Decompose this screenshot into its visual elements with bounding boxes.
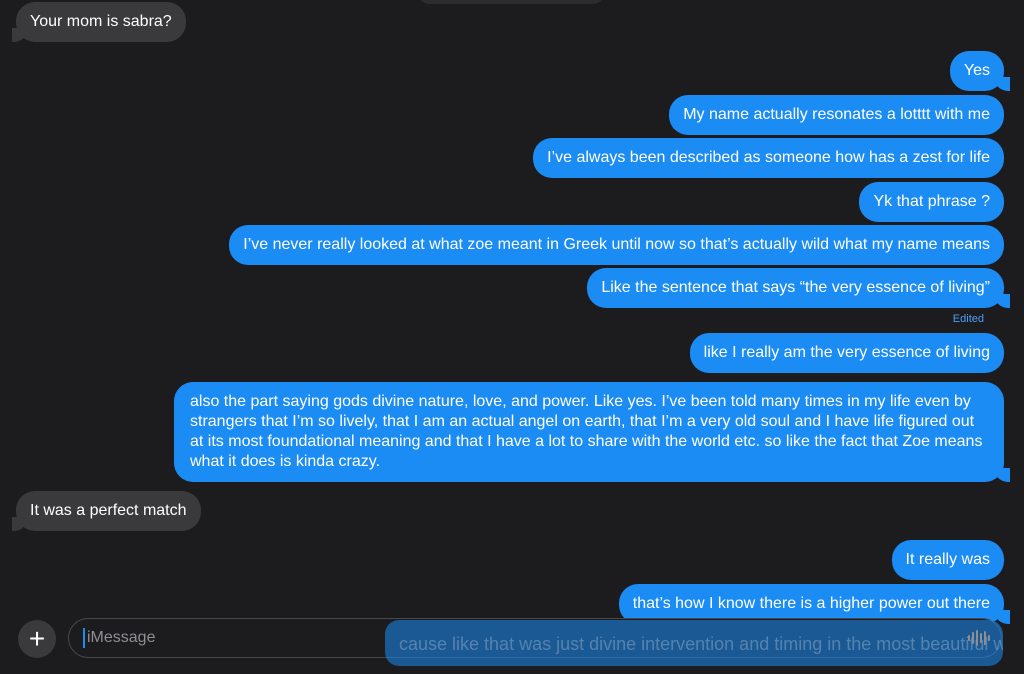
text-cursor: [83, 628, 85, 648]
message-text: like I really am the very essence of liv…: [703, 344, 990, 361]
message-bubble-outgoing[interactable]: Yk that phrase ?: [859, 182, 1004, 222]
message-bubble-outgoing[interactable]: I’ve always been described as someone ho…: [533, 138, 1004, 178]
message-text: I’ve never really looked at what zoe mea…: [243, 236, 990, 253]
sending-message-preview: cause like that was just divine interven…: [385, 620, 1003, 666]
message-text: It really was: [905, 551, 990, 568]
message-text: I’ve always been described as someone ho…: [547, 149, 990, 166]
compose-bar: + iMessage cause like that was just divi…: [0, 612, 1024, 674]
message-bubble-outgoing[interactable]: My name actually resonates a lotttt with…: [669, 95, 1004, 135]
message-placeholder: iMessage: [87, 629, 156, 646]
message-bubble-outgoing[interactable]: I’ve never really looked at what zoe mea…: [229, 225, 1004, 265]
message-bubble-outgoing[interactable]: Yes: [949, 51, 1011, 91]
message-text: also the part saying gods divine nature,…: [190, 393, 983, 470]
waveform-icon[interactable]: [968, 630, 992, 646]
top-bar-pill: [418, 0, 604, 4]
message-text: Like the sentence that says “the very es…: [601, 279, 990, 296]
message-text: Yes: [963, 62, 990, 79]
sending-message-text: cause like that was just divine interven…: [399, 634, 1003, 654]
message-bubble-incoming[interactable]: Your mom is sabra?: [12, 2, 186, 42]
plus-icon: +: [28, 623, 46, 654]
message-bubble-outgoing[interactable]: like I really am the very essence of liv…: [689, 333, 1004, 373]
add-attachment-button[interactable]: +: [18, 620, 56, 658]
message-text: that’s how I know there is a higher powe…: [632, 595, 990, 612]
message-text: It was a perfect match: [30, 502, 187, 519]
message-text: Yk that phrase ?: [873, 193, 990, 210]
message-bubble-outgoing[interactable]: also the part saying gods divine nature,…: [174, 382, 1010, 482]
message-bubble-incoming[interactable]: It was a perfect match: [12, 491, 201, 531]
message-text: Your mom is sabra?: [30, 13, 172, 30]
message-text: My name actually resonates a lotttt with…: [683, 106, 990, 123]
message-bubble-outgoing[interactable]: It really was: [891, 540, 1004, 580]
edited-label: Edited: [952, 313, 984, 325]
message-bubble-outgoing[interactable]: Like the sentence that says “the very es…: [587, 268, 1010, 308]
